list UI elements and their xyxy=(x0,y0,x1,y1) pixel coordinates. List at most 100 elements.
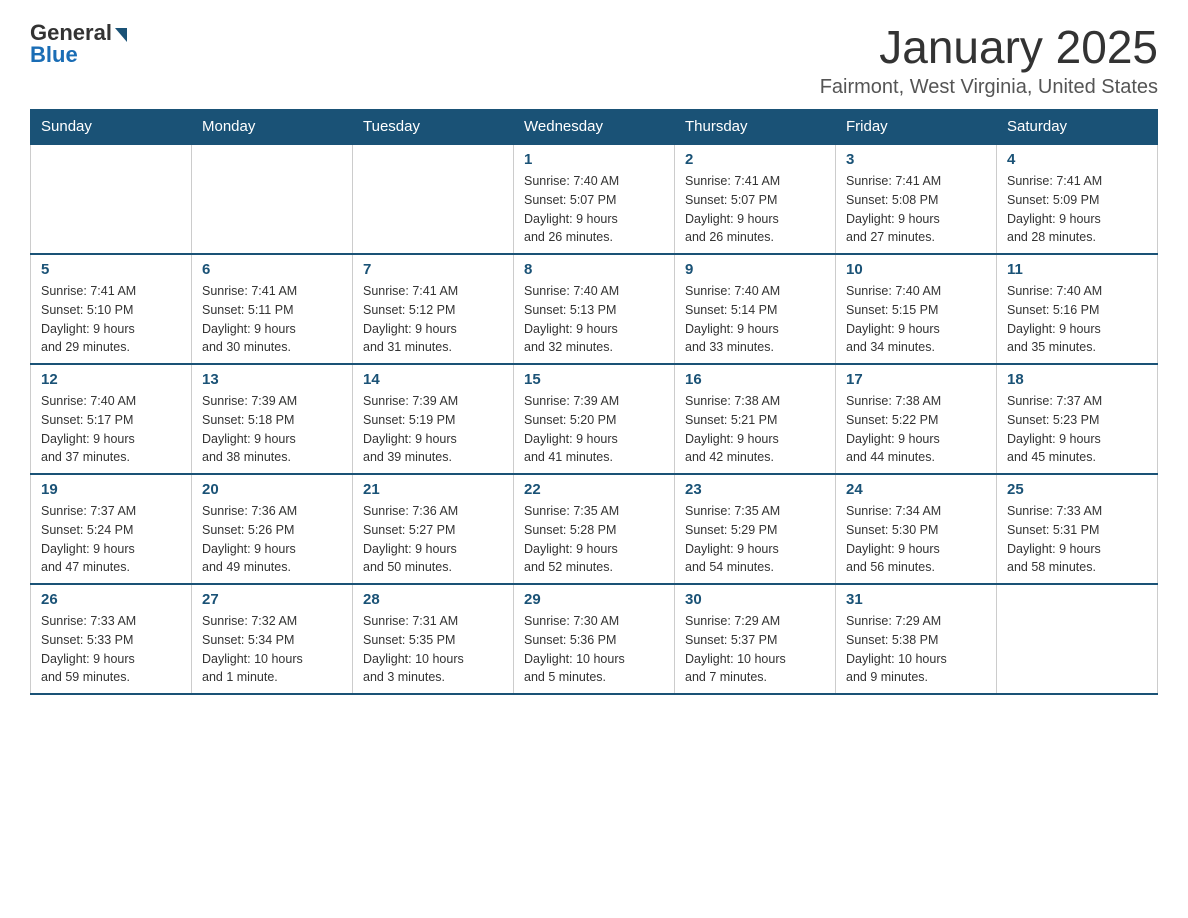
calendar-cell: 8 Sunrise: 7:40 AM Sunset: 5:13 PM Daylig… xyxy=(514,254,675,364)
weekday-header-friday: Friday xyxy=(836,110,997,145)
day-number: 10 xyxy=(846,261,986,278)
weekday-header-tuesday: Tuesday xyxy=(353,110,514,145)
calendar-cell: 23 Sunrise: 7:35 AM Sunset: 5:29 PM Dayli… xyxy=(675,474,836,584)
day-number: 26 xyxy=(41,591,181,608)
calendar-cell: 2Sunrise: 7:41 AM Sunset: 5:07 PM Daylig… xyxy=(675,144,836,254)
calendar-cell: 3 Sunrise: 7:41 AM Sunset: 5:08 PM Daylig… xyxy=(836,144,997,254)
day-number: 14 xyxy=(363,371,503,388)
calendar-cell xyxy=(997,584,1158,694)
day-info: Sunrise: 7:41 AM Sunset: 5:08 PM Dayligh… xyxy=(846,172,986,247)
logo: General Blue xyxy=(30,20,127,68)
calendar-cell: 6 Sunrise: 7:41 AM Sunset: 5:11 PM Daylig… xyxy=(192,254,353,364)
day-info: Sunrise: 7:41 AM Sunset: 5:09 PM Dayligh… xyxy=(1007,172,1147,247)
calendar-cell: 4Sunrise: 7:41 AM Sunset: 5:09 PM Daylig… xyxy=(997,144,1158,254)
day-number: 19 xyxy=(41,481,181,498)
calendar-cell: 24 Sunrise: 7:34 AM Sunset: 5:30 PM Dayli… xyxy=(836,474,997,584)
day-number: 1 xyxy=(524,151,664,168)
day-info: Sunrise: 7:30 AM Sunset: 5:36 PM Dayligh… xyxy=(524,612,664,687)
week-row-2: 5 Sunrise: 7:41 AM Sunset: 5:10 PM Daylig… xyxy=(31,254,1158,364)
calendar-cell xyxy=(31,144,192,254)
calendar-cell: 21Sunrise: 7:36 AM Sunset: 5:27 PM Dayli… xyxy=(353,474,514,584)
calendar-cell: 13Sunrise: 7:39 AM Sunset: 5:18 PM Dayli… xyxy=(192,364,353,474)
day-number: 12 xyxy=(41,371,181,388)
day-info: Sunrise: 7:32 AM Sunset: 5:34 PM Dayligh… xyxy=(202,612,342,687)
calendar-cell: 28Sunrise: 7:31 AM Sunset: 5:35 PM Dayli… xyxy=(353,584,514,694)
day-number: 3 xyxy=(846,151,986,168)
day-info: Sunrise: 7:34 AM Sunset: 5:30 PM Dayligh… xyxy=(846,502,986,577)
calendar-cell: 11 Sunrise: 7:40 AM Sunset: 5:16 PM Dayli… xyxy=(997,254,1158,364)
day-number: 31 xyxy=(846,591,986,608)
day-number: 22 xyxy=(524,481,664,498)
calendar-cell: 12 Sunrise: 7:40 AM Sunset: 5:17 PM Dayli… xyxy=(31,364,192,474)
calendar-cell: 10 Sunrise: 7:40 AM Sunset: 5:15 PM Dayli… xyxy=(836,254,997,364)
day-number: 18 xyxy=(1007,371,1147,388)
calendar-cell: 26 Sunrise: 7:33 AM Sunset: 5:33 PM Dayli… xyxy=(31,584,192,694)
weekday-header-monday: Monday xyxy=(192,110,353,145)
calendar-cell: 25Sunrise: 7:33 AM Sunset: 5:31 PM Dayli… xyxy=(997,474,1158,584)
day-number: 6 xyxy=(202,261,342,278)
day-info: Sunrise: 7:36 AM Sunset: 5:26 PM Dayligh… xyxy=(202,502,342,577)
calendar-cell: 19 Sunrise: 7:37 AM Sunset: 5:24 PM Dayli… xyxy=(31,474,192,584)
day-info: Sunrise: 7:29 AM Sunset: 5:38 PM Dayligh… xyxy=(846,612,986,687)
calendar-cell xyxy=(353,144,514,254)
weekday-header-row: SundayMondayTuesdayWednesdayThursdayFrid… xyxy=(31,110,1158,145)
day-number: 29 xyxy=(524,591,664,608)
weekday-header-saturday: Saturday xyxy=(997,110,1158,145)
day-info: Sunrise: 7:38 AM Sunset: 5:22 PM Dayligh… xyxy=(846,392,986,467)
week-row-5: 26 Sunrise: 7:33 AM Sunset: 5:33 PM Dayli… xyxy=(31,584,1158,694)
calendar-cell xyxy=(192,144,353,254)
day-info: Sunrise: 7:40 AM Sunset: 5:15 PM Dayligh… xyxy=(846,282,986,357)
calendar-table: SundayMondayTuesdayWednesdayThursdayFrid… xyxy=(30,109,1158,695)
day-number: 23 xyxy=(685,481,825,498)
weekday-header-thursday: Thursday xyxy=(675,110,836,145)
day-info: Sunrise: 7:37 AM Sunset: 5:23 PM Dayligh… xyxy=(1007,392,1147,467)
day-number: 5 xyxy=(41,261,181,278)
calendar-cell: 27Sunrise: 7:32 AM Sunset: 5:34 PM Dayli… xyxy=(192,584,353,694)
day-number: 8 xyxy=(524,261,664,278)
day-info: Sunrise: 7:40 AM Sunset: 5:16 PM Dayligh… xyxy=(1007,282,1147,357)
page-header: General Blue January 2025 Fairmont, West… xyxy=(30,20,1158,99)
calendar-cell: 30Sunrise: 7:29 AM Sunset: 5:37 PM Dayli… xyxy=(675,584,836,694)
calendar-cell: 18 Sunrise: 7:37 AM Sunset: 5:23 PM Dayli… xyxy=(997,364,1158,474)
day-number: 9 xyxy=(685,261,825,278)
day-number: 15 xyxy=(524,371,664,388)
calendar-cell: 31 Sunrise: 7:29 AM Sunset: 5:38 PM Dayli… xyxy=(836,584,997,694)
weekday-header-sunday: Sunday xyxy=(31,110,192,145)
day-number: 25 xyxy=(1007,481,1147,498)
day-number: 13 xyxy=(202,371,342,388)
day-info: Sunrise: 7:40 AM Sunset: 5:14 PM Dayligh… xyxy=(685,282,825,357)
day-info: Sunrise: 7:39 AM Sunset: 5:19 PM Dayligh… xyxy=(363,392,503,467)
calendar-cell: 16Sunrise: 7:38 AM Sunset: 5:21 PM Dayli… xyxy=(675,364,836,474)
day-info: Sunrise: 7:35 AM Sunset: 5:29 PM Dayligh… xyxy=(685,502,825,577)
calendar-cell: 14 Sunrise: 7:39 AM Sunset: 5:19 PM Dayli… xyxy=(353,364,514,474)
calendar-title: January 2025 xyxy=(820,20,1158,74)
calendar-cell: 7 Sunrise: 7:41 AM Sunset: 5:12 PM Daylig… xyxy=(353,254,514,364)
week-row-4: 19 Sunrise: 7:37 AM Sunset: 5:24 PM Dayli… xyxy=(31,474,1158,584)
calendar-subtitle: Fairmont, West Virginia, United States xyxy=(820,76,1158,99)
day-info: Sunrise: 7:37 AM Sunset: 5:24 PM Dayligh… xyxy=(41,502,181,577)
day-info: Sunrise: 7:41 AM Sunset: 5:11 PM Dayligh… xyxy=(202,282,342,357)
day-info: Sunrise: 7:41 AM Sunset: 5:07 PM Dayligh… xyxy=(685,172,825,247)
day-info: Sunrise: 7:41 AM Sunset: 5:10 PM Dayligh… xyxy=(41,282,181,357)
day-number: 16 xyxy=(685,371,825,388)
day-number: 24 xyxy=(846,481,986,498)
day-number: 7 xyxy=(363,261,503,278)
calendar-cell: 15 Sunrise: 7:39 AM Sunset: 5:20 PM Dayli… xyxy=(514,364,675,474)
day-number: 28 xyxy=(363,591,503,608)
day-number: 30 xyxy=(685,591,825,608)
day-number: 20 xyxy=(202,481,342,498)
logo-blue-text: Blue xyxy=(30,42,78,68)
day-info: Sunrise: 7:33 AM Sunset: 5:33 PM Dayligh… xyxy=(41,612,181,687)
day-info: Sunrise: 7:40 AM Sunset: 5:13 PM Dayligh… xyxy=(524,282,664,357)
title-block: January 2025 Fairmont, West Virginia, Un… xyxy=(820,20,1158,99)
day-info: Sunrise: 7:41 AM Sunset: 5:12 PM Dayligh… xyxy=(363,282,503,357)
day-info: Sunrise: 7:40 AM Sunset: 5:07 PM Dayligh… xyxy=(524,172,664,247)
calendar-cell: 9 Sunrise: 7:40 AM Sunset: 5:14 PM Daylig… xyxy=(675,254,836,364)
day-info: Sunrise: 7:39 AM Sunset: 5:20 PM Dayligh… xyxy=(524,392,664,467)
calendar-cell: 5 Sunrise: 7:41 AM Sunset: 5:10 PM Daylig… xyxy=(31,254,192,364)
week-row-1: 1 Sunrise: 7:40 AM Sunset: 5:07 PM Daylig… xyxy=(31,144,1158,254)
day-number: 11 xyxy=(1007,261,1147,278)
calendar-cell: 22Sunrise: 7:35 AM Sunset: 5:28 PM Dayli… xyxy=(514,474,675,584)
day-info: Sunrise: 7:40 AM Sunset: 5:17 PM Dayligh… xyxy=(41,392,181,467)
day-number: 21 xyxy=(363,481,503,498)
